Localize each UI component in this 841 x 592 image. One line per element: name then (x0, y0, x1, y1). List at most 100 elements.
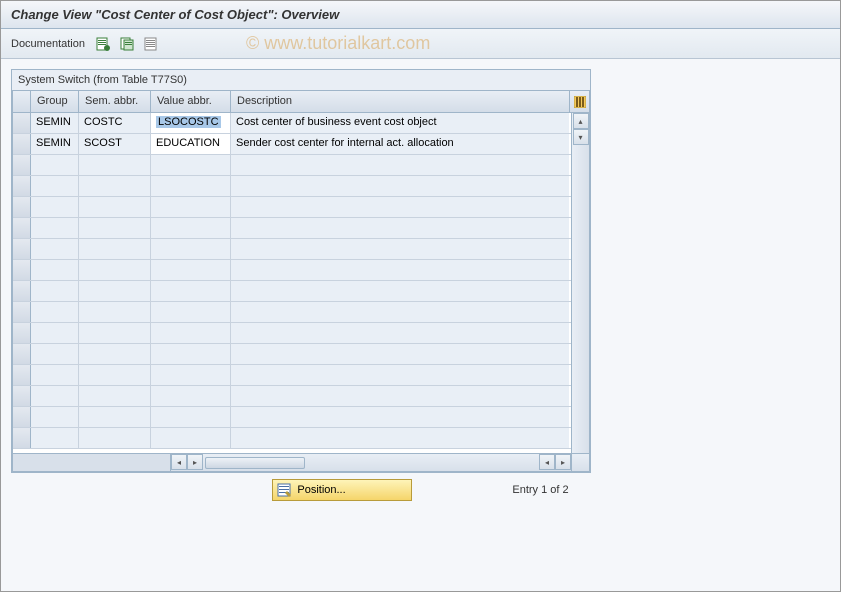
row-selector[interactable] (13, 281, 31, 301)
cell-val[interactable] (151, 344, 231, 364)
table-settings-icon[interactable] (569, 91, 589, 112)
cell-sem (79, 428, 151, 448)
cell-val[interactable] (151, 386, 231, 406)
row-selector[interactable] (13, 113, 31, 133)
toolbar: Documentation (1, 29, 840, 59)
scroll-right-button[interactable]: ▸ (187, 454, 203, 470)
row-selector[interactable] (13, 176, 31, 196)
cell-group (31, 260, 79, 280)
cell-desc (231, 197, 569, 217)
cell-desc: Sender cost center for internal act. all… (231, 134, 569, 154)
row-selector[interactable] (13, 386, 31, 406)
cell-val[interactable] (151, 323, 231, 343)
row-selector[interactable] (13, 344, 31, 364)
cell-desc (231, 344, 569, 364)
cell-group (31, 302, 79, 322)
cell-desc (231, 302, 569, 322)
table-row[interactable] (13, 281, 571, 302)
grid-header: Group Sem. abbr. Value abbr. Description (13, 91, 589, 113)
table-row[interactable]: SEMINCOSTCLSOCOSTCCost center of busines… (13, 113, 571, 134)
scroll-up-button[interactable]: ▴ (573, 113, 589, 129)
table-row[interactable] (13, 365, 571, 386)
cell-val[interactable] (151, 239, 231, 259)
table-row[interactable] (13, 302, 571, 323)
table-row[interactable] (13, 155, 571, 176)
scroll-down-button[interactable]: ▾ (573, 129, 589, 145)
panel-title: System Switch (from Table T77S0) (12, 70, 590, 90)
cell-val[interactable] (151, 281, 231, 301)
cell-sem (79, 260, 151, 280)
row-selector[interactable] (13, 155, 31, 175)
cell-val[interactable] (151, 197, 231, 217)
table-row[interactable] (13, 428, 571, 449)
cell-sem (79, 302, 151, 322)
cell-group (31, 218, 79, 238)
row-selector[interactable] (13, 323, 31, 343)
cell-sem: COSTC (79, 113, 151, 133)
table-row[interactable] (13, 218, 571, 239)
horizontal-scrollbar[interactable]: ◂ ▸ ◂ ▸ (13, 453, 589, 471)
row-selector[interactable] (13, 197, 31, 217)
col-header-sem[interactable]: Sem. abbr. (79, 91, 151, 112)
rows-container: SEMINCOSTCLSOCOSTCCost center of busines… (13, 113, 571, 453)
row-selector[interactable] (13, 407, 31, 427)
scroll-left-button[interactable]: ◂ (171, 454, 187, 470)
vertical-scrollbar[interactable]: ▴ ▾ (571, 113, 589, 453)
table-row[interactable] (13, 239, 571, 260)
hscroll-track[interactable] (203, 454, 539, 471)
row-selector[interactable] (13, 134, 31, 154)
position-icon (277, 483, 291, 497)
row-selector[interactable] (13, 428, 31, 448)
cell-val[interactable]: EDUCATION (151, 134, 231, 154)
table-row[interactable] (13, 260, 571, 281)
row-selector[interactable] (13, 260, 31, 280)
row-selector[interactable] (13, 218, 31, 238)
col-header-desc[interactable]: Description (231, 91, 569, 112)
cell-val[interactable] (151, 302, 231, 322)
table-row[interactable]: SEMINSCOSTEDUCATIONSender cost center fo… (13, 134, 571, 155)
cell-val[interactable] (151, 365, 231, 385)
row-selector[interactable] (13, 239, 31, 259)
cell-desc (231, 260, 569, 280)
cell-sem (79, 323, 151, 343)
cell-val[interactable] (151, 155, 231, 175)
cell-sem (79, 197, 151, 217)
content-area: System Switch (from Table T77S0) Group S… (1, 59, 840, 591)
scroll-left-button-2[interactable]: ◂ (539, 454, 555, 470)
cell-val[interactable] (151, 407, 231, 427)
cell-val[interactable] (151, 176, 231, 196)
select-all-icon[interactable] (143, 36, 159, 52)
hscroll-thumb[interactable] (205, 457, 305, 469)
copy-icon[interactable] (119, 36, 135, 52)
table-row[interactable] (13, 386, 571, 407)
cell-group (31, 176, 79, 196)
col-header-group[interactable]: Group (31, 91, 79, 112)
footer-bar: Position... Entry 1 of 2 (1, 479, 840, 501)
cell-sem (79, 218, 151, 238)
page-title: Change View "Cost Center of Cost Object"… (11, 7, 339, 22)
row-selector[interactable] (13, 365, 31, 385)
table-row[interactable] (13, 407, 571, 428)
cell-sem: SCOST (79, 134, 151, 154)
cell-desc (231, 281, 569, 301)
new-entries-icon[interactable] (95, 36, 111, 52)
scroll-right-button-2[interactable]: ▸ (555, 454, 571, 470)
row-selector[interactable] (13, 302, 31, 322)
col-header-val[interactable]: Value abbr. (151, 91, 231, 112)
cell-group (31, 344, 79, 364)
cell-group: SEMIN (31, 134, 79, 154)
table-row[interactable] (13, 197, 571, 218)
table-row[interactable] (13, 176, 571, 197)
cell-val[interactable] (151, 218, 231, 238)
cell-sem (79, 281, 151, 301)
documentation-label[interactable]: Documentation (11, 38, 85, 50)
cell-val[interactable] (151, 428, 231, 448)
table-row[interactable] (13, 344, 571, 365)
position-button[interactable]: Position... (272, 479, 412, 501)
row-selector-header[interactable] (13, 91, 31, 112)
table-row[interactable] (13, 323, 571, 344)
cell-val[interactable]: LSOCOSTC (151, 113, 231, 133)
cell-val[interactable] (151, 260, 231, 280)
scroll-track[interactable] (572, 145, 589, 453)
cell-group (31, 155, 79, 175)
